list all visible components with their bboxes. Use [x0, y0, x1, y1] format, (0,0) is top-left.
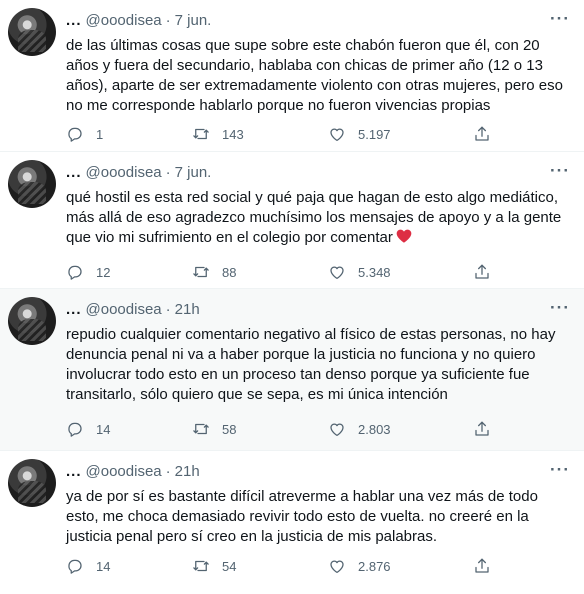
reply-count: 12 — [96, 264, 111, 280]
retweet-count: 143 — [222, 126, 244, 142]
retweet-icon — [193, 560, 209, 572]
display-name[interactable]: ... — [66, 463, 82, 480]
display-name[interactable]: ... — [66, 12, 82, 29]
red-heart-emoji-icon — [396, 229, 412, 243]
retweet-button[interactable]: 54 — [192, 557, 236, 575]
timestamp[interactable]: 21h — [175, 301, 200, 318]
heart-icon — [330, 128, 344, 142]
like-button[interactable]: 5.197 — [328, 125, 391, 143]
like-button[interactable]: 2.876 — [328, 557, 391, 575]
like-count: 2.803 — [358, 421, 391, 437]
more-options-icon[interactable]: ··· — [550, 161, 570, 181]
tweet-text: de las últimas cosas que supe sobre este… — [66, 37, 563, 114]
heart-icon — [330, 266, 344, 280]
share-icon — [475, 126, 489, 141]
reply-button[interactable]: 1 — [66, 125, 103, 143]
like-count: 5.197 — [358, 126, 391, 142]
retweet-icon — [193, 128, 209, 140]
reply-count: 1 — [96, 126, 104, 142]
avatar[interactable] — [8, 8, 56, 56]
retweet-count: 54 — [222, 558, 237, 574]
avatar[interactable] — [8, 160, 56, 208]
separator: · — [165, 301, 171, 318]
tweet-text-body: qué hostil es esta red social y qué paja… — [66, 189, 562, 246]
share-button[interactable] — [473, 125, 491, 143]
tweet-text: qué hostil es esta red social y qué paja… — [66, 188, 571, 248]
separator: · — [165, 164, 171, 181]
tweet-2[interactable]: ... @ooodisea · 7 jun. ··· qué hostil es es… — [0, 152, 584, 289]
like-count: 5.348 — [358, 264, 391, 280]
share-button[interactable] — [473, 263, 491, 281]
heart-icon — [330, 423, 344, 437]
separator: · — [165, 12, 171, 29]
tweet-1[interactable]: ... @ooodisea · 7 jun. ··· de las últimas c… — [0, 0, 584, 152]
reply-button[interactable]: 14 — [66, 557, 110, 575]
retweet-icon — [193, 423, 209, 435]
retweet-count: 88 — [222, 264, 237, 280]
retweet-button[interactable]: 58 — [192, 420, 236, 438]
share-icon — [475, 558, 489, 573]
more-options-icon[interactable]: ··· — [550, 298, 570, 318]
heart-icon — [330, 560, 344, 574]
separator: · — [165, 463, 171, 480]
more-options-icon[interactable]: ··· — [550, 9, 570, 29]
handle[interactable]: @ooodisea — [86, 164, 162, 181]
reply-count: 14 — [96, 421, 111, 437]
tweet-text: ya de por sí es bastante difícil atrever… — [66, 488, 538, 545]
tweet-4[interactable]: ... @ooodisea · 21h ··· ya de por sí es bas… — [0, 451, 584, 594]
tweet-3[interactable]: ... @ooodisea · 21h ··· repudio cualquier c… — [0, 289, 584, 451]
share-button[interactable] — [473, 420, 491, 438]
reply-button[interactable]: 14 — [66, 420, 110, 438]
tweet-actions: 14 54 2.876 — [66, 557, 496, 577]
timestamp[interactable]: 7 jun. — [175, 12, 212, 29]
display-name[interactable]: ... — [66, 164, 82, 181]
share-icon — [475, 264, 489, 279]
reply-icon — [68, 127, 82, 142]
reply-icon — [68, 559, 82, 574]
like-button[interactable]: 5.348 — [328, 263, 391, 281]
tweet-header: ... @ooodisea · 21h — [66, 301, 200, 318]
retweet-button[interactable]: 88 — [192, 263, 236, 281]
tweet-actions: 12 88 5.348 — [66, 263, 496, 283]
tweet-text: repudio cualquier comentario negativo al… — [66, 326, 556, 403]
avatar[interactable] — [8, 459, 56, 507]
handle[interactable]: @ooodisea — [86, 301, 162, 318]
like-count: 2.876 — [358, 558, 391, 574]
reply-count: 14 — [96, 558, 111, 574]
tweet-header: ... @ooodisea · 7 jun. — [66, 164, 211, 181]
handle[interactable]: @ooodisea — [86, 463, 162, 480]
retweet-count: 58 — [222, 421, 237, 437]
share-button[interactable] — [473, 557, 491, 575]
reply-button[interactable]: 12 — [66, 263, 110, 281]
retweet-icon — [193, 266, 209, 278]
display-name[interactable]: ... — [66, 301, 82, 318]
like-button[interactable]: 2.803 — [328, 420, 391, 438]
tweet-header: ... @ooodisea · 7 jun. — [66, 12, 211, 29]
tweet-actions: 1 143 5.197 — [66, 125, 496, 145]
share-icon — [475, 421, 489, 436]
handle[interactable]: @ooodisea — [86, 12, 162, 29]
retweet-button[interactable]: 143 — [192, 125, 244, 143]
timestamp[interactable]: 7 jun. — [175, 164, 212, 181]
reply-icon — [68, 265, 82, 280]
tweet-header: ... @ooodisea · 21h — [66, 463, 200, 480]
timestamp[interactable]: 21h — [175, 463, 200, 480]
tweet-actions: 14 58 2.803 — [66, 420, 496, 440]
reply-icon — [68, 422, 82, 437]
avatar[interactable] — [8, 297, 56, 345]
more-options-icon[interactable]: ··· — [550, 460, 570, 480]
